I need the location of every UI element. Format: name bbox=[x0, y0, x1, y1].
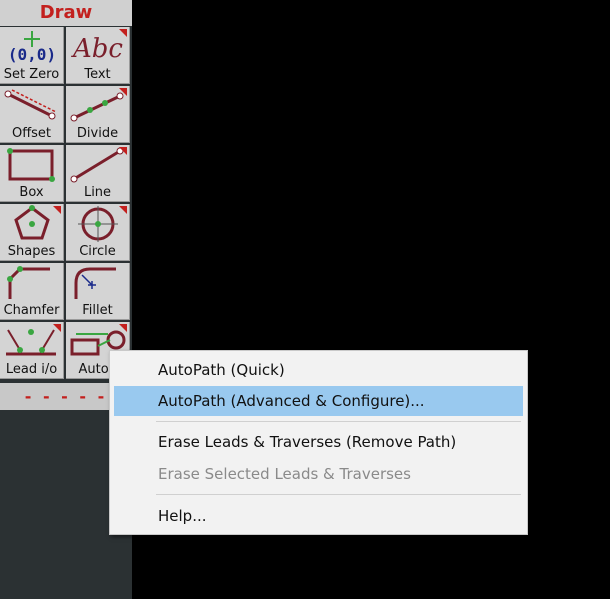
menu-item-erase-leads[interactable]: Erase Leads & Traverses (Remove Path) bbox=[114, 427, 523, 457]
submenu-indicator-icon bbox=[53, 206, 61, 214]
menu-separator bbox=[156, 421, 521, 422]
submenu-indicator-icon bbox=[53, 324, 61, 332]
tool-label: Line bbox=[83, 185, 112, 200]
chamfer-icon bbox=[7, 266, 50, 299]
tool-circle[interactable]: Circle bbox=[66, 204, 130, 261]
submenu-indicator-icon bbox=[119, 88, 127, 96]
tool-label: Lead i/o bbox=[5, 362, 58, 377]
tool-label: Shapes bbox=[7, 244, 56, 259]
submenu-indicator-icon bbox=[119, 29, 127, 37]
tool-label: Set Zero bbox=[3, 67, 60, 82]
menu-item-autopath-advanced[interactable]: AutoPath (Advanced & Configure)... bbox=[114, 386, 523, 416]
menu-item-erase-selected: Erase Selected Leads & Traverses bbox=[158, 465, 411, 483]
submenu-indicator-icon bbox=[119, 147, 127, 155]
tool-chamfer[interactable]: Chamfer bbox=[0, 263, 64, 320]
submenu-indicator-icon bbox=[119, 324, 127, 332]
menu-item-autopath-quick[interactable]: AutoPath (Quick) bbox=[114, 355, 523, 385]
tool-box[interactable]: Box bbox=[0, 145, 64, 202]
tool-set-zero[interactable]: (0,0) Set Zero bbox=[0, 27, 64, 84]
text-icon-glyph: Abc bbox=[71, 34, 123, 64]
tool-label: Fillet bbox=[82, 303, 113, 318]
offset-icon bbox=[4, 89, 57, 120]
tool-lead-io[interactable]: Lead i/o bbox=[0, 322, 64, 379]
tool-label: Divide bbox=[76, 126, 119, 141]
panel-title: Draw bbox=[0, 0, 132, 26]
tool-label: Chamfer bbox=[3, 303, 60, 318]
menu-separator bbox=[156, 494, 521, 495]
tool-label: Circle bbox=[79, 244, 116, 259]
tool-divide[interactable]: Divide bbox=[66, 86, 130, 143]
box-icon bbox=[7, 148, 55, 182]
set-zero-glyph: (0,0) bbox=[8, 45, 56, 64]
menu-item-help[interactable]: Help... bbox=[114, 501, 523, 531]
tool-text[interactable]: Abc Text bbox=[66, 27, 130, 84]
autopath-context-menu: AutoPath (Quick) AutoPath (Advanced & Co… bbox=[109, 350, 528, 535]
tool-line[interactable]: Line bbox=[66, 145, 130, 202]
tool-label: Offset bbox=[11, 126, 52, 141]
set-zero-icon: (0,0) bbox=[8, 31, 56, 64]
tool-fillet[interactable]: Fillet bbox=[66, 263, 130, 320]
fillet-icon bbox=[74, 267, 116, 299]
tool-label: Text bbox=[84, 67, 111, 82]
tool-shapes[interactable]: Shapes bbox=[0, 204, 64, 261]
submenu-indicator-icon bbox=[119, 206, 127, 214]
tool-offset[interactable]: Offset bbox=[0, 86, 64, 143]
tool-label: Box bbox=[19, 185, 44, 200]
